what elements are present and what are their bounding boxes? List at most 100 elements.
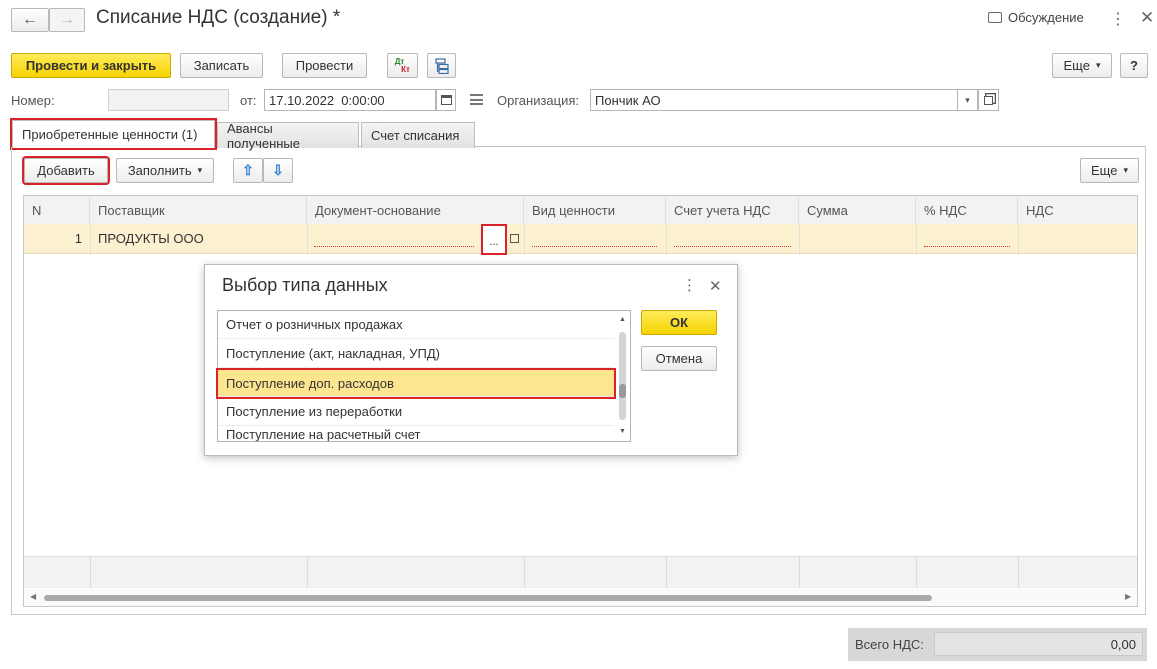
- dt-kt-button[interactable]: Дт Кт: [387, 53, 418, 78]
- total-vat-field: 0,00: [934, 632, 1143, 656]
- col-divider: [916, 224, 917, 255]
- back-button[interactable]: ←: [11, 8, 49, 32]
- tab-acquired-values-label: Приобретенные ценности (1): [22, 127, 198, 142]
- dialog-ok-button[interactable]: ОК: [641, 310, 717, 335]
- move-up-button[interactable]: ⇧: [233, 158, 263, 183]
- forward-button[interactable]: →: [49, 8, 85, 32]
- organization-dropdown-button[interactable]: ▾: [957, 89, 978, 111]
- scroll-left-icon[interactable]: ◀: [30, 592, 36, 601]
- col-header-supplier[interactable]: Поставщик: [90, 196, 307, 224]
- col-divider: [90, 224, 91, 255]
- required-marker: [314, 246, 474, 247]
- organization-field[interactable]: Пончик АО: [590, 89, 958, 111]
- arrow-up-icon: ⇧: [242, 162, 254, 178]
- col-divider: [1018, 556, 1019, 588]
- dialog-close-icon[interactable]: ✕: [709, 277, 722, 295]
- col-divider: [799, 556, 800, 588]
- col-divider: [524, 224, 525, 255]
- col-header-sum[interactable]: Сумма: [799, 196, 916, 224]
- tab-advances-received[interactable]: Авансы полученные: [217, 120, 359, 151]
- date-field[interactable]: 17.10.2022 0:00:00: [264, 89, 436, 111]
- kebab-menu-icon[interactable]: ⋮: [1110, 9, 1126, 29]
- row-document-cell[interactable]: [312, 228, 477, 248]
- arrow-down-icon: ⇩: [272, 162, 284, 178]
- dialog-cancel-button[interactable]: Отмена: [641, 346, 717, 371]
- arrow-left-icon: ←: [22, 11, 38, 28]
- move-down-button[interactable]: ⇩: [263, 158, 293, 183]
- tab-acquired-values[interactable]: Приобретенные ценности (1): [10, 118, 217, 150]
- list-scroll-up-icon[interactable]: ▲: [619, 316, 626, 323]
- total-vat-label: Всего НДС:: [855, 637, 924, 652]
- table-footer: [24, 556, 1137, 588]
- scroll-right-icon[interactable]: ▶: [1125, 592, 1131, 601]
- notes-icon[interactable]: [470, 94, 483, 105]
- col-header-vat-account[interactable]: Счет учета НДС: [666, 196, 799, 224]
- select-document-button[interactable]: ...: [481, 224, 507, 255]
- open-document-icon[interactable]: [510, 234, 519, 243]
- arrow-right-icon: →: [59, 11, 75, 28]
- list-item[interactable]: Поступление (акт, накладная, УПД): [218, 340, 614, 368]
- row-number: 1: [74, 231, 82, 246]
- dialog-title: Выбор типа данных: [222, 275, 388, 295]
- add-button[interactable]: Добавить: [22, 156, 110, 185]
- list-scroll-down-icon[interactable]: ▼: [619, 428, 626, 435]
- caret-down-icon: ▾: [1095, 60, 1101, 70]
- discussion-link[interactable]: Обсуждение: [988, 10, 1084, 25]
- more-label-top: Еще: [1063, 58, 1090, 73]
- organization-open-button[interactable]: [978, 89, 999, 111]
- save-button[interactable]: Записать: [180, 53, 263, 78]
- required-marker: [924, 246, 1010, 247]
- date-value: 17.10.2022 0:00:00: [269, 92, 385, 108]
- col-header-vat[interactable]: НДС: [1018, 196, 1137, 224]
- calendar-icon: [440, 95, 452, 105]
- total-vat-value: 0,00: [1110, 636, 1136, 652]
- post-and-close-button[interactable]: Провести и закрыть: [11, 53, 171, 78]
- required-marker: [532, 246, 657, 247]
- col-divider: [1018, 224, 1019, 255]
- number-field[interactable]: [108, 89, 229, 111]
- col-header-n[interactable]: N: [24, 196, 90, 224]
- fill-label: Заполнить: [127, 163, 192, 178]
- list-item[interactable]: Поступление на расчетный счет: [218, 427, 614, 441]
- organization-value: Пончик АО: [595, 92, 661, 108]
- list-scrollbar-thumb[interactable]: [619, 332, 626, 420]
- close-icon[interactable]: ✕: [1140, 8, 1154, 28]
- scrollbar-thumb[interactable]: [44, 595, 932, 601]
- required-marker: [674, 246, 791, 247]
- tab-write-off-account-label: Счет списания: [371, 128, 460, 143]
- list-item[interactable]: Отчет о розничных продажах: [218, 311, 614, 339]
- col-divider: [307, 224, 308, 255]
- structure-button[interactable]: [427, 53, 456, 78]
- page-title: Списание НДС (создание) *: [96, 7, 341, 28]
- more-label-table: Еще: [1091, 163, 1118, 178]
- row-supplier[interactable]: ПРОДУКТЫ ООО: [98, 231, 204, 246]
- col-divider: [666, 556, 667, 588]
- col-header-document[interactable]: Документ-основание: [307, 196, 524, 224]
- calendar-button[interactable]: [436, 89, 456, 111]
- list-scrollbar-grip: [619, 384, 626, 398]
- hierarchy-icon: [434, 57, 449, 74]
- tab-write-off-account[interactable]: Счет списания: [361, 122, 475, 148]
- col-header-kind[interactable]: Вид ценности: [524, 196, 666, 224]
- more-button-top[interactable]: Еще ▾: [1052, 53, 1112, 78]
- help-button[interactable]: ?: [1120, 53, 1148, 78]
- col-divider: [524, 556, 525, 588]
- date-label: от:: [240, 93, 257, 108]
- number-label: Номер:: [11, 93, 55, 108]
- discussion-label: Обсуждение: [1008, 10, 1084, 25]
- chat-icon: [988, 12, 1002, 23]
- dialog-kebab-icon[interactable]: ⋮: [682, 276, 697, 294]
- list-item[interactable]: Поступление из переработки: [218, 398, 614, 426]
- kt-icon-label: Кт: [401, 64, 410, 74]
- col-header-vat-rate[interactable]: % НДС: [916, 196, 1018, 224]
- organization-label: Организация:: [497, 93, 580, 108]
- more-button-table[interactable]: Еще ▾: [1080, 158, 1139, 183]
- tab-advances-received-label: Авансы полученные: [227, 120, 301, 151]
- col-divider: [307, 556, 308, 588]
- col-divider: [90, 556, 91, 588]
- list-item-selected[interactable]: Поступление доп. расходов: [216, 368, 616, 399]
- fill-button[interactable]: Заполнить ▾: [116, 158, 214, 183]
- post-button[interactable]: Провести: [282, 53, 367, 78]
- col-divider: [916, 556, 917, 588]
- col-divider: [666, 224, 667, 255]
